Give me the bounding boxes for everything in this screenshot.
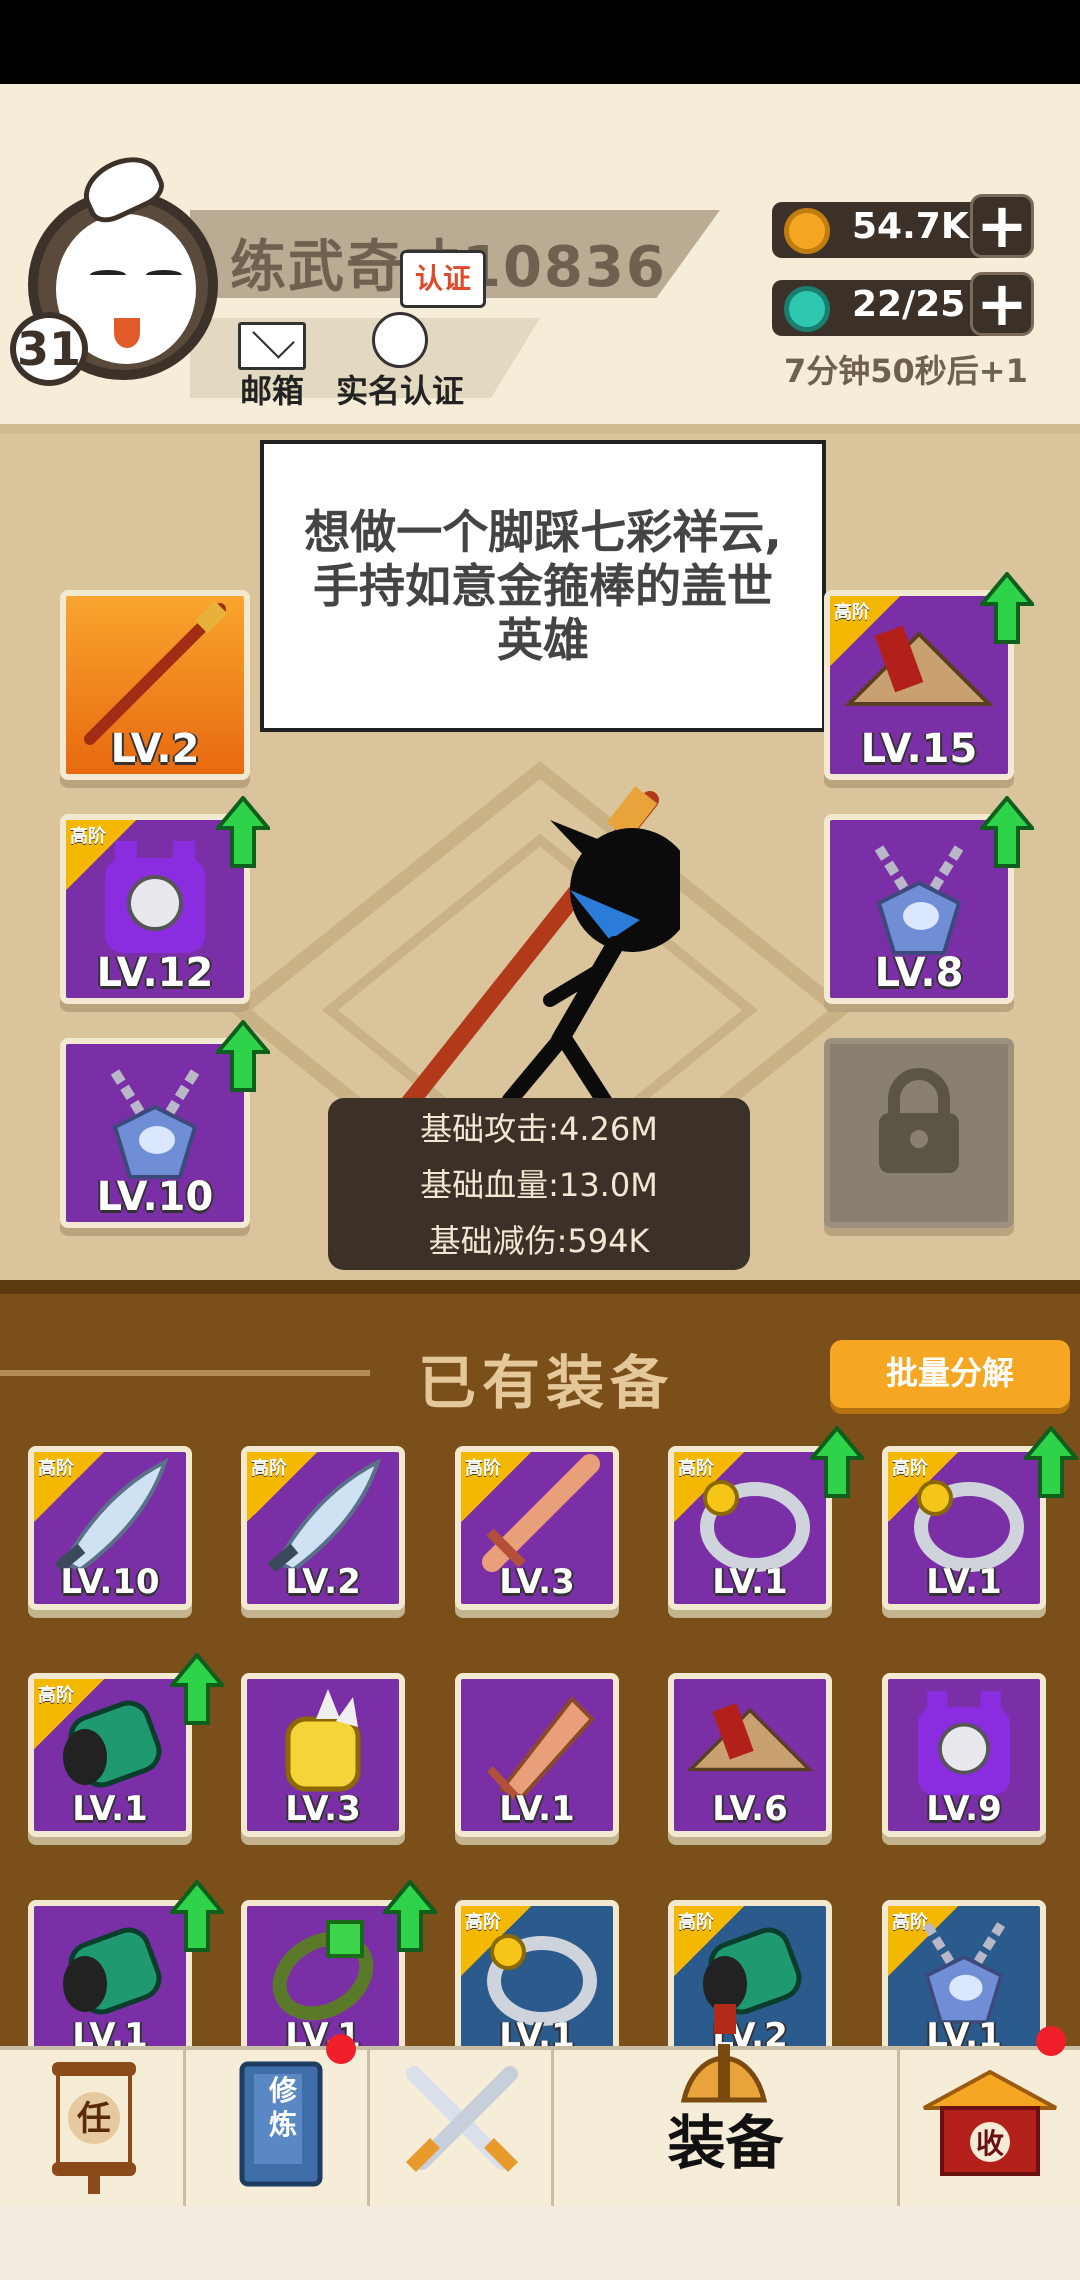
slot-level: LV.15 — [860, 726, 978, 772]
equipment-label: 装备 — [667, 2109, 784, 2177]
cultivate-notification-dot — [326, 2034, 356, 2064]
panel-divider — [0, 1280, 1080, 1294]
inventory-item-blade[interactable]: 高阶 LV.10 — [28, 1446, 192, 1610]
pavilion-icon: 收 — [923, 2069, 1057, 2176]
inventory-item-broadsword[interactable]: LV.1 — [455, 1673, 619, 1837]
armor-icon — [105, 841, 205, 954]
inventory-item-blade[interactable]: 高阶 LV.2 — [241, 1446, 405, 1610]
nav-equipment[interactable]: 装备 — [554, 2004, 900, 2206]
item-level: LV.6 — [712, 1789, 788, 1829]
real-name-verify-icon[interactable] — [372, 312, 428, 368]
item-level: LV.1 — [926, 1562, 1002, 1602]
base-attack-stat: 基础攻击:4.26M — [420, 1110, 658, 1148]
item-level: LV.1 — [72, 1789, 148, 1829]
cultivate-glyph: 修炼 — [268, 2074, 297, 2141]
base-hp-stat: 基础血量:13.0M — [420, 1166, 658, 1204]
item-level: LV.2 — [285, 1562, 361, 1602]
inventory-item-gauntlet[interactable]: LV.3 — [241, 1673, 405, 1837]
task-glyph: 任 — [77, 2099, 111, 2139]
upgrade-arrow-icon — [170, 1880, 224, 1952]
slot-level: LV.8 — [874, 950, 964, 996]
task-scroll-icon: 任 — [52, 2062, 136, 2194]
inventory-item-ring[interactable]: 高阶 LV.1 — [455, 1900, 619, 2064]
equipped-slot-locked[interactable] — [824, 1038, 1014, 1228]
item-level: LV.3 — [499, 1562, 575, 1602]
item-level: LV.1 — [712, 1562, 788, 1602]
inventory-item-armor[interactable]: LV.9 — [882, 1673, 1046, 1837]
crossed-swords-icon — [406, 2066, 518, 2172]
inventory-item-bracer[interactable]: 高阶 LV.1 — [28, 1673, 192, 1837]
bulk-decompose-button[interactable]: 批量分解 — [830, 1340, 1070, 1408]
collect-notification-dot — [1036, 2026, 1066, 2056]
collect-glyph: 收 — [976, 2127, 1004, 2160]
nav-tasks[interactable]: 任 — [0, 2050, 186, 2206]
verify-tag: 认证 — [400, 250, 486, 308]
upgrade-arrow-icon — [216, 796, 270, 868]
helmet-icon — [680, 2004, 768, 2103]
inventory-item-sword[interactable]: 高阶 LV.3 — [455, 1446, 619, 1610]
straw-hat-icon — [844, 625, 994, 707]
item-level: LV.9 — [926, 1789, 1002, 1829]
speech-text: 想做一个脚踩七彩祥云,手持如意金箍棒的盖世英雄 — [304, 505, 782, 667]
player-level-badge: 31 — [10, 312, 88, 386]
upgrade-arrow-icon — [810, 1426, 864, 1498]
inventory-item-ring[interactable]: 高阶 LV.1 — [882, 1446, 1046, 1610]
real-name-verify-label[interactable]: 实名认证 — [336, 366, 464, 412]
system-nav-area — [0, 2206, 1080, 2280]
hero-speech-bubble: 想做一个脚踩七彩祥云,手持如意金箍棒的盖世英雄 — [260, 440, 826, 732]
necklace-icon — [110, 1069, 200, 1180]
nav-collect[interactable]: 收 — [900, 2050, 1080, 2206]
item-level: LV.1 — [499, 1789, 575, 1829]
base-defense-stat: 基础减伤:594K — [428, 1222, 650, 1260]
item-level: LV.3 — [285, 1789, 361, 1829]
status-bar — [0, 0, 1080, 84]
upgrade-arrow-icon — [383, 1880, 437, 1952]
slot-level: LV.2 — [110, 726, 200, 772]
add-coins-button[interactable]: + — [970, 194, 1034, 258]
base-stats-panel: 基础攻击:4.26M 基础血量:13.0M 基础减伤:594K — [328, 1098, 750, 1270]
inventory-title: 已有装备 — [418, 1349, 675, 1417]
stickman-hero[interactable] — [400, 770, 680, 1150]
equipped-slot-weapon[interactable]: LV.2 — [60, 590, 250, 780]
coin-amount: 54.7K — [852, 206, 969, 247]
inventory-item-necklace[interactable]: 高阶 LV.1 — [882, 1900, 1046, 2064]
gem-refill-timer: 7分钟50秒后+1 — [784, 352, 1028, 390]
mail-icon[interactable] — [238, 322, 306, 370]
necklace-icon — [874, 845, 964, 956]
slot-level: LV.12 — [96, 950, 214, 996]
coin-icon — [784, 208, 830, 254]
mail-label[interactable]: 邮箱 — [240, 366, 304, 412]
straw-hat-icon — [685, 1689, 815, 1803]
nav-cultivate[interactable]: 修炼 — [186, 2050, 370, 2206]
slot-level: LV.10 — [96, 1174, 214, 1220]
gem-amount: 22/25 — [852, 284, 966, 325]
item-level: LV.10 — [60, 1562, 160, 1602]
upgrade-arrow-icon — [980, 796, 1034, 868]
upgrade-arrow-icon — [216, 1020, 270, 1092]
upgrade-arrow-icon — [980, 572, 1034, 644]
inventory-item-bracelet[interactable]: LV.1 — [241, 1900, 405, 2064]
add-gems-button[interactable]: + — [970, 272, 1034, 336]
nav-battle[interactable] — [370, 2050, 554, 2206]
lock-icon — [879, 1068, 959, 1174]
inventory-title-line — [0, 1370, 370, 1376]
inventory-item-bracer[interactable]: LV.1 — [28, 1900, 192, 2064]
inventory-item-straw-hat[interactable]: LV.6 — [668, 1673, 832, 1837]
upgrade-arrow-icon — [1024, 1426, 1078, 1498]
inventory-item-ring[interactable]: 高阶 LV.1 — [668, 1446, 832, 1610]
gem-icon — [784, 286, 830, 332]
upgrade-arrow-icon — [170, 1653, 224, 1725]
